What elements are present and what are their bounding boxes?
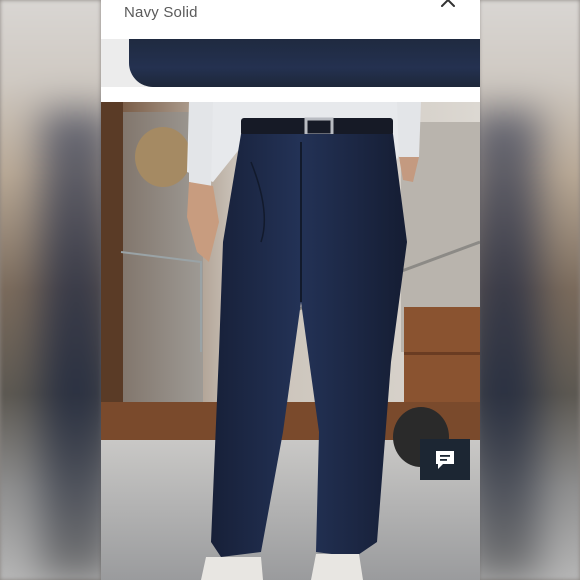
chat-button[interactable] — [420, 439, 470, 480]
color-swatch[interactable] — [101, 39, 480, 87]
swatch-fabric — [129, 39, 480, 87]
product-photo-illustration — [101, 102, 480, 580]
chat-bubble-icon — [436, 450, 454, 469]
background-blur-left — [0, 0, 101, 580]
color-variant-label: Navy Solid — [124, 4, 198, 21]
product-detail-panel: Navy Solid — [101, 0, 480, 580]
product-photo — [101, 102, 480, 580]
close-icon[interactable] — [440, 0, 456, 8]
background-blur-right — [479, 0, 580, 580]
